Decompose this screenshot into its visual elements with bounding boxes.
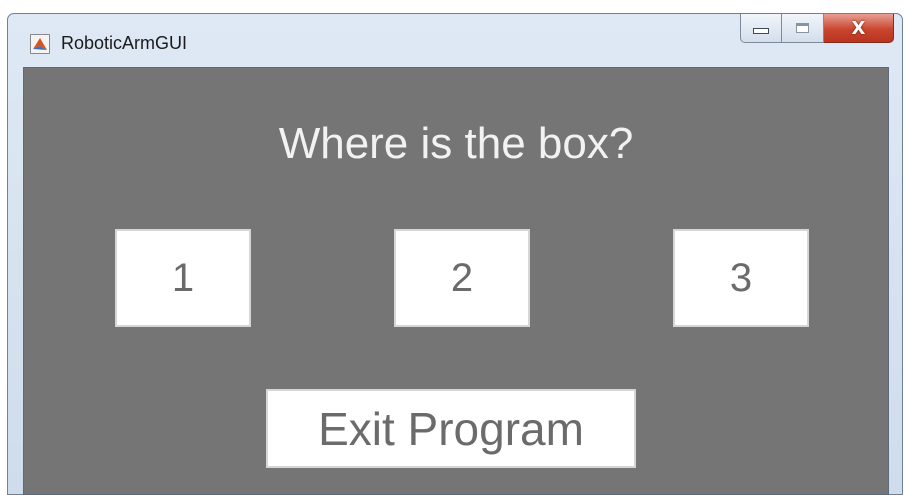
matlab-icon (30, 34, 50, 54)
maximize-button[interactable] (782, 14, 824, 43)
window-title: RoboticArmGUI (61, 33, 188, 53)
cropped-top-strip (0, 0, 906, 14)
minimize-icon (753, 28, 769, 34)
title-bar[interactable]: RoboticArmGUI X (8, 14, 902, 68)
app-window: RoboticArmGUI X Where is the box? 1 2 3 … (7, 13, 903, 495)
minimize-button[interactable] (740, 14, 782, 43)
gui-panel: Where is the box? 1 2 3 Exit Program (23, 67, 889, 495)
close-icon: X (851, 17, 866, 39)
maximize-icon (796, 23, 809, 33)
close-button[interactable]: X (824, 14, 894, 43)
position-1-button[interactable]: 1 (115, 229, 251, 327)
question-heading: Where is the box? (278, 119, 634, 168)
exit-program-button[interactable]: Exit Program (266, 389, 636, 468)
position-3-button[interactable]: 3 (673, 229, 809, 327)
caption-buttons: X (740, 14, 894, 44)
position-2-button[interactable]: 2 (394, 229, 530, 327)
